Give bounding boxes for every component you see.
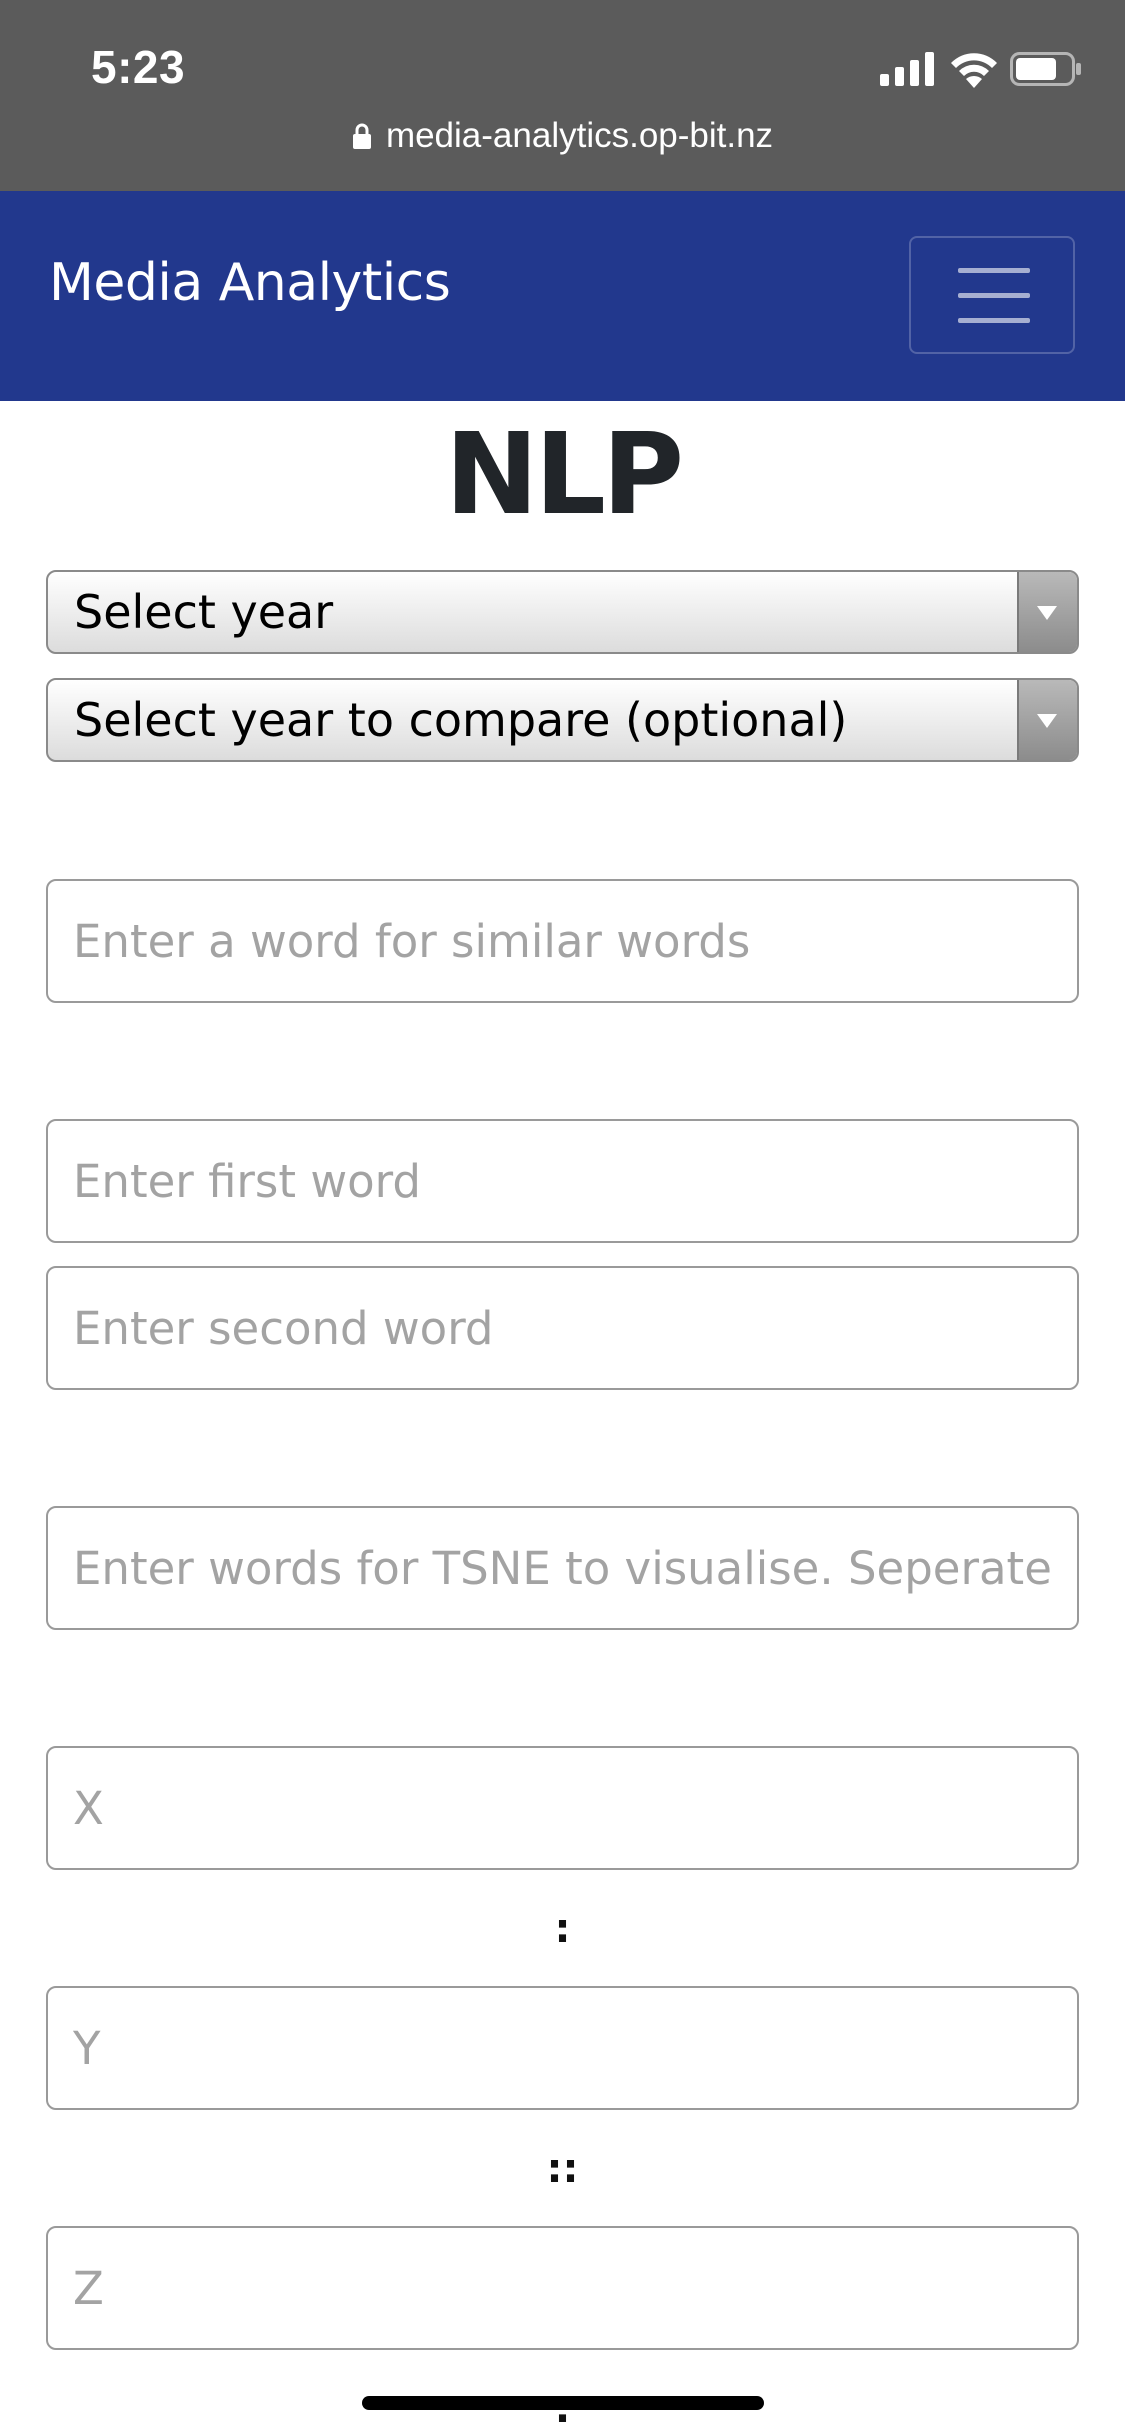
similar-words-input[interactable] [46, 879, 1079, 1003]
lock-icon [352, 123, 371, 149]
chevron-down-icon [1017, 572, 1077, 652]
address-bar[interactable]: media-analytics.op-bit.nz [0, 116, 1125, 168]
year-select[interactable]: Select year [46, 570, 1079, 654]
navbar-brand[interactable]: Media Analytics [49, 253, 451, 313]
wifi-icon [951, 53, 997, 88]
analogy-z-input[interactable] [46, 2226, 1079, 2350]
page-title: NLP [444, 410, 684, 540]
year-select-label: Select year [74, 585, 334, 639]
compare-year-select-label: Select year to compare (optional) [74, 693, 848, 747]
hamburger-menu-icon [958, 268, 1030, 273]
navbar-toggle-button[interactable] [909, 236, 1075, 354]
second-word-input[interactable] [46, 1266, 1079, 1390]
chevron-down-icon [1017, 680, 1077, 760]
analogy-separator: :: [546, 2146, 579, 2192]
page-url: media-analytics.op-bit.nz [385, 116, 774, 155]
status-time: 5:23 [91, 41, 186, 93]
compare-year-select[interactable]: Select year to compare (optional) [46, 678, 1079, 762]
analogy-separator: : [554, 1906, 571, 1952]
tsne-words-input[interactable] [46, 1506, 1079, 1630]
analogy-y-input[interactable] [46, 1986, 1079, 2110]
battery-icon [1010, 52, 1081, 86]
signal-icon [880, 52, 934, 86]
navbar: Media Analytics [0, 191, 1125, 401]
first-word-input[interactable] [46, 1119, 1079, 1243]
analogy-x-input[interactable] [46, 1746, 1079, 1870]
home-indicator[interactable] [362, 2396, 764, 2410]
status-bar: 5:23 media-analytics.op-bit.nz [0, 0, 1125, 191]
